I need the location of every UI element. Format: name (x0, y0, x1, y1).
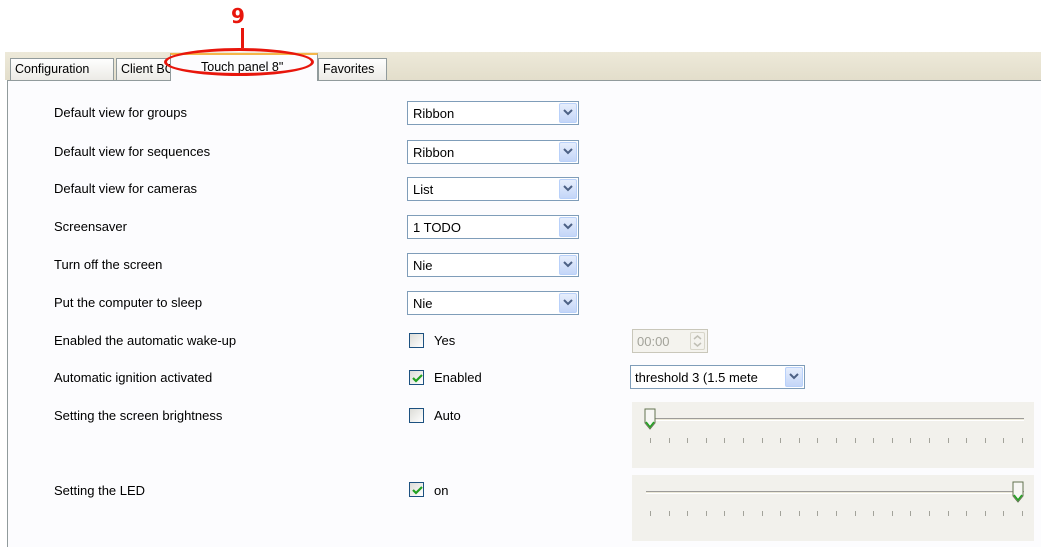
chevron-down-icon[interactable] (559, 217, 577, 237)
ignition-checkbox-label: Enabled (434, 370, 482, 385)
chevron-down-icon[interactable] (559, 103, 577, 123)
slider-tick (1022, 438, 1023, 443)
led-checkbox-label: on (434, 483, 449, 498)
slider-tick (650, 511, 651, 516)
slider-tick (855, 511, 856, 516)
slider-tick (985, 438, 986, 443)
slider-tick (706, 511, 707, 516)
cameras-view-select[interactable]: List (407, 177, 579, 201)
screensaver-value: 1 TODO (413, 220, 461, 235)
tab-favorites[interactable]: Favorites (318, 58, 387, 80)
slider-tick (799, 438, 800, 443)
label-automatic-wakeup: Enabled the automatic wake-up (54, 333, 237, 348)
label-default-view-cameras: Default view for cameras (54, 181, 198, 196)
ignition-threshold-value: threshold 3 (1.5 mete (635, 370, 758, 385)
slider-thumb-icon[interactable] (644, 408, 656, 430)
slider-tick (724, 511, 725, 516)
slider-tick (799, 511, 800, 516)
slider-tick (743, 511, 744, 516)
sequences-view-select[interactable]: Ribbon (407, 140, 579, 164)
slider-tick (873, 511, 874, 516)
tab-configuration[interactable]: Configuration (10, 58, 114, 80)
led-slider[interactable] (632, 475, 1034, 541)
groups-view-select[interactable]: Ribbon (407, 101, 579, 125)
slider-tick (836, 511, 837, 516)
slider-tick (948, 438, 949, 443)
led-checkbox[interactable] (409, 482, 424, 497)
led-slider-track (646, 491, 1024, 494)
slider-tick (817, 511, 818, 516)
brightness-slider-ticks (650, 438, 1023, 444)
slider-tick (762, 511, 763, 516)
slider-tick (817, 438, 818, 443)
slider-tick (1003, 438, 1004, 443)
slider-tick (669, 511, 670, 516)
checkmark-icon (412, 486, 423, 495)
slider-tick (650, 438, 651, 443)
callout-number: 9 (231, 4, 245, 28)
slider-thumb-icon[interactable] (1012, 481, 1024, 503)
slider-tick (1003, 511, 1004, 516)
screen-off-value: Nie (413, 258, 433, 273)
label-computer-sleep: Put the computer to sleep (54, 295, 203, 310)
wakeup-checkbox[interactable] (409, 333, 424, 348)
slider-tick (780, 511, 781, 516)
slider-tick (724, 438, 725, 443)
spinner-arrows-icon[interactable] (690, 332, 705, 350)
slider-tick (780, 438, 781, 443)
ignition-threshold-select[interactable]: threshold 3 (1.5 mete (630, 365, 805, 389)
label-default-view-groups: Default view for groups (54, 105, 187, 120)
sleep-value: Nie (413, 296, 433, 311)
brightness-slider-track (646, 418, 1024, 421)
slider-tick (873, 438, 874, 443)
chevron-down-icon[interactable] (559, 142, 577, 162)
slider-tick (892, 511, 893, 516)
label-turn-off-screen: Turn off the screen (54, 257, 163, 272)
slider-tick (687, 511, 688, 516)
callout-stem (241, 28, 244, 48)
slider-tick (687, 438, 688, 443)
slider-tick (910, 438, 911, 443)
sleep-select[interactable]: Nie (407, 291, 579, 315)
wakeup-time-value: 00:00 (637, 334, 670, 349)
slider-tick (929, 511, 930, 516)
chevron-down-icon[interactable] (559, 293, 577, 313)
groups-view-value: Ribbon (413, 106, 455, 121)
cameras-view-value: List (413, 182, 434, 197)
brightness-auto-checkbox[interactable] (409, 408, 424, 423)
chevron-down-icon[interactable] (559, 179, 577, 199)
chevron-down-icon[interactable] (785, 367, 803, 387)
slider-tick (929, 438, 930, 443)
slider-tick (1022, 511, 1023, 516)
slider-tick (762, 438, 763, 443)
label-screen-brightness: Setting the screen brightness (54, 408, 223, 423)
ignition-checkbox[interactable] (409, 370, 424, 385)
label-automatic-ignition: Automatic ignition activated (54, 370, 213, 385)
label-screensaver: Screensaver (54, 219, 127, 234)
slider-tick (669, 438, 670, 443)
slider-tick (836, 438, 837, 443)
slider-tick (910, 511, 911, 516)
slider-tick (855, 438, 856, 443)
wakeup-time-input[interactable]: 00:00 (632, 329, 708, 353)
slider-tick (948, 511, 949, 516)
label-default-view-sequences: Default view for sequences (54, 144, 211, 159)
slider-tick (743, 438, 744, 443)
slider-tick (892, 438, 893, 443)
label-led: Setting the LED (54, 483, 146, 498)
slider-tick (985, 511, 986, 516)
slider-tick (966, 511, 967, 516)
checkmark-icon (412, 374, 423, 383)
screensaver-select[interactable]: 1 TODO (407, 215, 579, 239)
sequences-view-value: Ribbon (413, 145, 455, 160)
wakeup-checkbox-label: Yes (434, 333, 456, 348)
slider-tick (706, 438, 707, 443)
callout-ring (164, 48, 314, 76)
brightness-slider[interactable] (632, 402, 1034, 468)
chevron-down-icon[interactable] (559, 255, 577, 275)
screen-off-select[interactable]: Nie (407, 253, 579, 277)
slider-tick (966, 438, 967, 443)
brightness-auto-label: Auto (434, 408, 461, 423)
led-slider-ticks (650, 511, 1023, 517)
